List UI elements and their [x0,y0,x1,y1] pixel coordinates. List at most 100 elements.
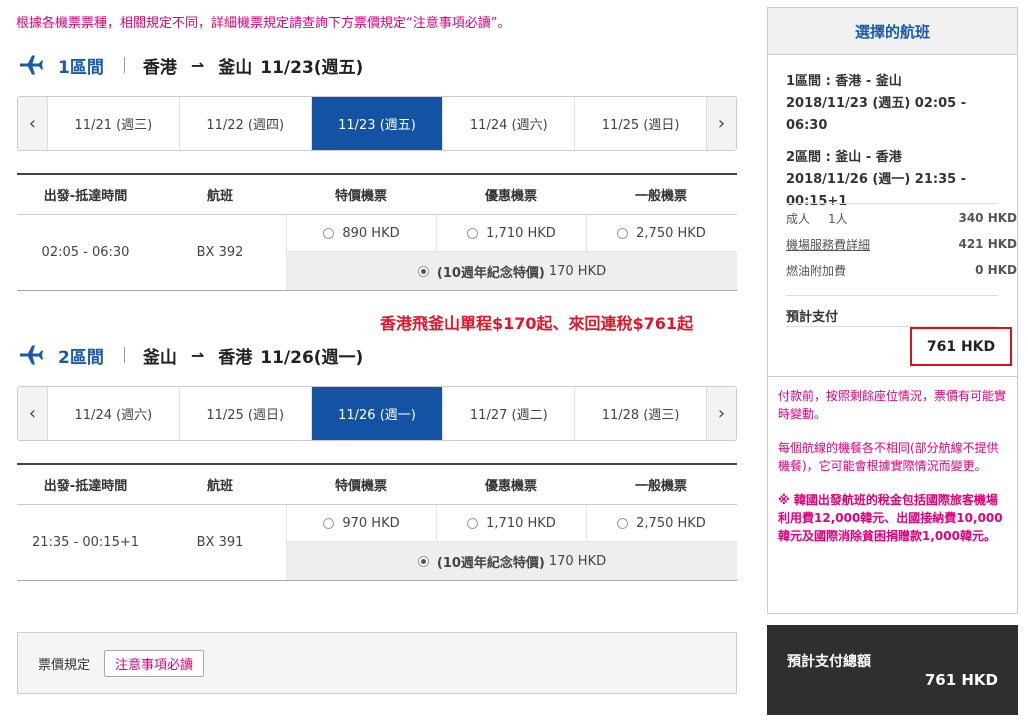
header-time: 出發-抵達時間 [43,479,128,494]
fare-notice: 根據各機票票種，相關規定不同，詳細機票規定請查詢下方票價規定“注意事項必讀”。 [16,16,511,31]
policy-notice-button[interactable]: 注意事項必讀 [104,649,205,677]
policy-label: 票價規定 [38,657,91,673]
table-header: 出發-抵達時間 航班 特價機票 優惠機票 一般機票 [17,465,737,505]
anniversary-price: 170 HKD [548,263,607,279]
date-tab[interactable]: 11/24 (週六) [443,97,576,150]
radio-button[interactable] [617,517,629,529]
segment-route: 釜山 ⇀ 香港 11/26(週一) [143,343,363,368]
note-text: 付款前，按照剩餘座位情況，票價有可能實時變動。 [778,389,1007,421]
fare-price: 1,710 HKD [486,515,556,531]
date-tab-selected[interactable]: 11/23 (週五) [311,97,444,150]
segment-number: 1區間 [58,57,104,78]
fare-option-discount[interactable]: 1,710 HKD [436,505,586,541]
radio-button-selected[interactable] [417,555,429,567]
radio-button[interactable] [617,227,629,239]
segment-route-line: 2區間 : 釜山 - 香港 [786,150,902,165]
fare-option-special[interactable]: 890 HKD [286,215,436,251]
note-text: ※ 韓國出發航班的稅金包括國際旅客機場利用費12,000韓元、出國接納費10,0… [778,493,1003,543]
flight-table-1: 出發-抵達時間 航班 特價機票 優惠機票 一般機票 02:05 - 06:30 … [17,173,737,291]
estimated-amount: 761 HKD [910,327,1012,366]
adult-count: 1人 [828,211,848,226]
anniversary-price: 170 HKD [548,553,607,569]
fare-option-discount[interactable]: 1,710 HKD [436,215,586,251]
header-discount-fare: 優惠機票 [484,189,537,204]
date-tab[interactable]: 11/22 (週四) [180,97,312,150]
divider [123,347,125,363]
date-tab[interactable]: 11/21 (週三) [48,97,180,150]
radio-button[interactable] [467,517,479,529]
fare-price: 1,710 HKD [486,225,556,241]
table-row: 21:35 - 00:15+1 BX 391 970 HKD 1,710 HKD… [17,505,737,581]
promo-text: 香港飛釜山單程$170起、來回連稅$761起 [380,314,694,333]
fuel-price: 0 HKD [975,263,1017,277]
prev-date-button[interactable]: ‹ [18,387,48,440]
estimated-label: 預計支付 [786,310,839,325]
fare-option-anniversary[interactable]: (10週年紀念特價) 170 HKD [286,252,737,290]
header-discount-fare: 優惠機票 [484,479,537,494]
header-special-fare: 特價機票 [334,479,387,494]
divider [786,203,998,204]
flight-table-2: 出發-抵達時間 航班 特價機票 優惠機票 一般機票 21:35 - 00:15+… [17,463,737,581]
total-label: 預計支付總額 [787,654,871,670]
airplane-icon [20,345,43,365]
header-flight: 航班 [206,479,233,494]
segment-route: 香港 ⇀ 釜山 11/23(週五) [143,53,363,78]
segment-1-header: 1區間 香港 ⇀ 釜山 11/23(週五) [18,50,363,80]
radio-button[interactable] [323,517,335,529]
segment-date: 11/23(週五) [260,57,364,78]
date-tab[interactable]: 11/24 (週六) [48,387,180,440]
service-fee-price: 421 HKD [958,237,1017,251]
header-flight: 航班 [206,189,233,204]
fare-breakdown: 成人 1人 340 HKD 機場服務費詳細 421 HKD 燃油附加費 0 HKD [786,205,1017,283]
chevron-right-icon: › [717,403,726,424]
date-tab[interactable]: 11/25 (週日) [180,387,312,440]
fare-option-anniversary[interactable]: (10週年紀念特價) 170 HKD [286,542,737,580]
selected-flights-panel: 選擇的航班 1區間 : 香港 - 釜山 2018/11/23 (週五) 02:0… [767,7,1018,614]
flight-number: BX 391 [196,535,244,550]
flight-time: 21:35 - 00:15+1 [31,535,140,550]
flight-time: 02:05 - 06:30 [41,245,130,260]
header-regular-fare: 一般機票 [634,189,687,204]
date-tab[interactable]: 11/27 (週二) [443,387,576,440]
chevron-right-icon: › [717,113,726,134]
anniversary-label: (10週年紀念特價) [436,555,545,571]
service-fee-link[interactable]: 機場服務費詳細 [786,236,870,253]
table-row: 02:05 - 06:30 BX 392 890 HKD 1,710 HKD 2… [17,215,737,291]
chevron-left-icon: ‹ [28,403,37,424]
destination: 香港 [218,347,253,368]
fare-price: 970 HKD [342,515,400,531]
next-date-button[interactable]: › [706,97,736,150]
date-tab[interactable]: 11/25 (週日) [575,97,706,150]
header-regular-fare: 一般機票 [634,479,687,494]
date-tab-selected[interactable]: 11/26 (週一) [311,387,444,440]
adult-row: 成人 1人 340 HKD [786,205,1017,231]
prev-date-button[interactable]: ‹ [18,97,48,150]
segment-number: 2區間 [58,347,104,368]
fuel-surcharge-row: 燃油附加費 0 HKD [786,257,1017,283]
fare-price: 2,750 HKD [636,225,706,241]
fare-option-special[interactable]: 970 HKD [286,505,436,541]
fare-price: 2,750 HKD [636,515,706,531]
segment-2-header: 2區間 釜山 ⇀ 香港 11/26(週一) [18,340,363,370]
fare-option-regular[interactable]: 2,750 HKD [586,215,736,251]
fare-policy-bar: 票價規定 注意事項必讀 [17,632,737,694]
date-tab[interactable]: 11/28 (週三) [575,387,706,440]
header-special-fare: 特價機票 [334,189,387,204]
adult-label: 成人 [786,211,811,226]
fare-price: 890 HKD [342,225,400,241]
radio-button[interactable] [467,227,479,239]
fare-option-regular[interactable]: 2,750 HKD [586,505,736,541]
flight-number: BX 392 [196,245,244,260]
next-date-button[interactable]: › [706,387,736,440]
arrow-right-icon: ⇀ [190,345,205,365]
divider [123,57,125,73]
radio-button[interactable] [323,227,335,239]
total-payment-box: 預計支付總額 761 HKD [767,625,1018,715]
date-selector-2: ‹ 11/24 (週六) 11/25 (週日) 11/26 (週一) 11/27… [17,386,737,441]
arrow-right-icon: ⇀ [190,55,205,75]
origin: 香港 [142,57,177,78]
panel-title: 選擇的航班 [768,8,1017,55]
destination: 釜山 [218,57,253,78]
segment-datetime-line: 2018/11/26 (週一) 21:35 - [786,172,967,187]
radio-button-selected[interactable] [417,265,429,277]
